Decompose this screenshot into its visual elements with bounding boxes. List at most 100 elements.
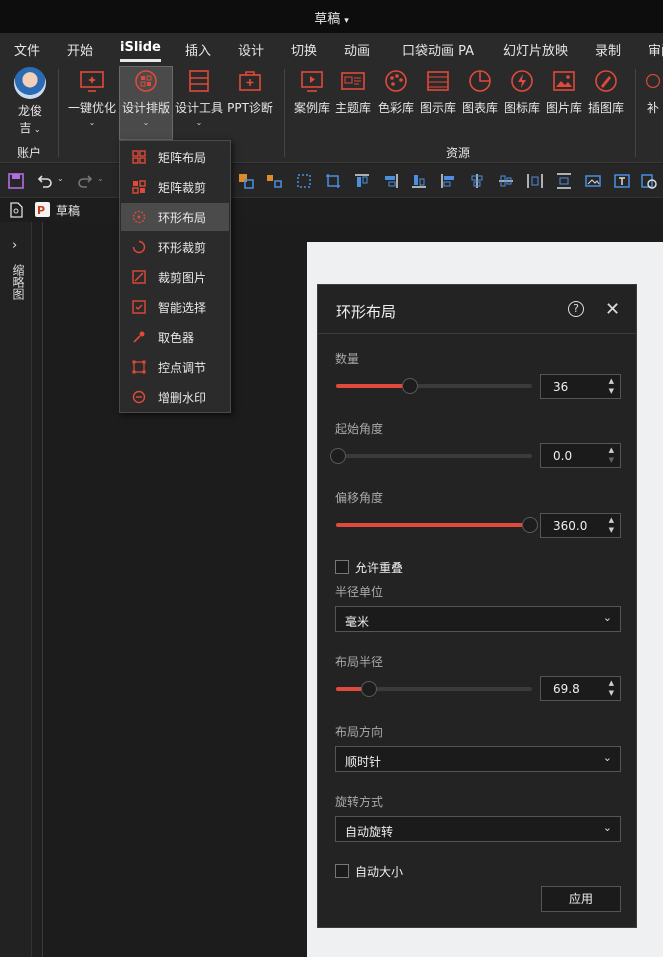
distribute-icon[interactable] bbox=[265, 172, 283, 190]
image-library-button[interactable]: 图片库 bbox=[545, 67, 583, 116]
offset-angle-value[interactable]: 360.0 bbox=[553, 519, 587, 533]
start-angle-value[interactable]: 0.0 bbox=[553, 449, 572, 463]
save-icon[interactable] bbox=[7, 172, 25, 190]
text-box-icon[interactable] bbox=[613, 172, 631, 190]
allow-overlap-label[interactable]: 允许重叠 bbox=[355, 559, 403, 576]
slider-thumb[interactable] bbox=[330, 448, 346, 464]
layout-radius-stepper[interactable]: 69.8 ▲ ▼ bbox=[540, 676, 621, 701]
offset-angle-slider[interactable] bbox=[336, 517, 538, 533]
stepper-up-icon[interactable]: ▲ bbox=[609, 377, 614, 385]
more-button[interactable]: 补 bbox=[643, 67, 663, 116]
account-button[interactable]: 龙俊 吉 ⌄ bbox=[8, 67, 52, 136]
rotation-mode-select[interactable]: 自动旋转 ⌄ bbox=[335, 816, 621, 842]
expand-chevron-icon[interactable]: › bbox=[12, 238, 17, 253]
tab-design[interactable]: 设计 bbox=[238, 40, 264, 59]
menu-item-watermark[interactable]: 增删水印 bbox=[121, 383, 229, 411]
match-size-icon[interactable] bbox=[295, 172, 313, 190]
one-click-optimize-button[interactable]: 一键优化 ⌄ bbox=[66, 67, 118, 127]
layout-radius-slider[interactable] bbox=[336, 681, 532, 697]
stepper-up-icon[interactable]: ▲ bbox=[609, 446, 614, 454]
tab-pocket-animation[interactable]: 口袋动画 PA bbox=[402, 40, 474, 59]
quantity-slider[interactable] bbox=[336, 378, 532, 394]
auto-size-checkbox[interactable] bbox=[335, 864, 349, 878]
case-library-button[interactable]: 案例库 bbox=[293, 67, 331, 116]
menu-item-ring-crop[interactable]: 环形裁剪 bbox=[121, 233, 229, 261]
design-layout-button[interactable]: 设计排版 ⌄ bbox=[119, 66, 173, 140]
align-left-icon[interactable] bbox=[439, 172, 457, 190]
allow-overlap-checkbox[interactable] bbox=[335, 560, 349, 574]
slider-thumb[interactable] bbox=[402, 378, 418, 394]
undo-icon[interactable] bbox=[36, 172, 54, 190]
layout-radius-value[interactable]: 69.8 bbox=[553, 682, 580, 696]
tab-slideshow[interactable]: 幻灯片放映 bbox=[503, 40, 568, 59]
menu-item-matrix-layout[interactable]: 矩阵布局 bbox=[121, 143, 229, 171]
menu-item-eyedropper[interactable]: 取色器 bbox=[121, 323, 229, 351]
stepper-down-icon[interactable]: ▼ bbox=[609, 387, 614, 395]
quantity-label: 数量 bbox=[335, 352, 360, 366]
tab-home[interactable]: 开始 bbox=[67, 40, 93, 59]
start-angle-slider[interactable] bbox=[330, 448, 532, 464]
illustration-library-button[interactable]: 插图库 bbox=[587, 67, 625, 116]
align-right-icon[interactable] bbox=[382, 172, 400, 190]
crop-frame-icon[interactable] bbox=[324, 172, 342, 190]
chevron-down-icon: ⌄ bbox=[31, 125, 41, 134]
group-align-icon[interactable] bbox=[237, 172, 255, 190]
tab-insert[interactable]: 插入 bbox=[185, 40, 211, 59]
menu-item-smart-select[interactable]: 智能选择 bbox=[121, 293, 229, 321]
tab-islide[interactable]: iSlide bbox=[120, 40, 161, 62]
slide-tab-title[interactable]: 草稿 bbox=[56, 202, 80, 219]
tab-animations[interactable]: 动画 bbox=[344, 40, 370, 59]
stepper-down-icon[interactable]: ▼ bbox=[609, 456, 614, 464]
menu-item-label: 智能选择 bbox=[158, 301, 207, 315]
image-frame-icon[interactable] bbox=[584, 172, 602, 190]
avatar bbox=[14, 67, 46, 99]
quantity-stepper[interactable]: 36 ▲ ▼ bbox=[540, 374, 621, 399]
chevron-down-icon: ⌄ bbox=[142, 118, 150, 127]
ppt-diagnosis-button[interactable]: PPT诊断 bbox=[226, 67, 274, 116]
tab-review[interactable]: 审阅 bbox=[648, 40, 663, 59]
stepper-down-icon[interactable]: ▼ bbox=[609, 526, 614, 534]
slider-thumb[interactable] bbox=[361, 681, 377, 697]
shape-icon[interactable] bbox=[640, 172, 658, 190]
distribute-horizontal-icon[interactable] bbox=[526, 172, 544, 190]
tab-transitions[interactable]: 切换 bbox=[291, 40, 317, 59]
document-title[interactable]: 草稿 ▾ bbox=[0, 8, 663, 27]
menu-item-handle-adjust[interactable]: 控点调节 bbox=[121, 353, 229, 381]
thumbnail-panel-label[interactable]: 缩略图 bbox=[10, 264, 25, 300]
color-library-button[interactable]: 色彩库 bbox=[376, 67, 416, 116]
diagram-library-button[interactable]: 图示库 bbox=[419, 67, 457, 116]
menu-item-crop-image[interactable]: 裁剪图片 bbox=[121, 263, 229, 291]
slider-thumb[interactable] bbox=[522, 517, 538, 533]
menu-item-ring-layout[interactable]: 环形布局 bbox=[121, 203, 229, 231]
close-icon[interactable]: ✕ bbox=[605, 299, 620, 320]
quantity-value[interactable]: 36 bbox=[553, 380, 568, 394]
icon-library-button[interactable]: 图标库 bbox=[503, 67, 541, 116]
account-name-line1: 龙俊 bbox=[17, 104, 42, 118]
apply-button[interactable]: 应用 bbox=[541, 886, 621, 912]
menu-item-matrix-crop[interactable]: 矩阵裁剪 bbox=[121, 173, 229, 201]
design-tools-button[interactable]: 设计工具 ⌄ bbox=[173, 67, 225, 127]
dialog-title: 环形布局 bbox=[336, 303, 397, 321]
align-bottom-icon[interactable] bbox=[410, 172, 428, 190]
stepper-down-icon[interactable]: ▼ bbox=[609, 689, 614, 697]
align-top-icon[interactable] bbox=[353, 172, 371, 190]
align-center-icon[interactable] bbox=[468, 172, 486, 190]
button-label: 设计排版 bbox=[121, 101, 170, 115]
stepper-up-icon[interactable]: ▲ bbox=[609, 516, 614, 524]
chevron-down-icon[interactable]: ⌄ bbox=[57, 174, 64, 183]
start-angle-stepper[interactable]: 0.0 ▲ ▼ bbox=[540, 443, 621, 468]
help-icon[interactable]: ? bbox=[568, 301, 584, 317]
auto-size-label[interactable]: 自动大小 bbox=[355, 863, 403, 880]
chart-library-button[interactable]: 图表库 bbox=[461, 67, 499, 116]
theme-library-button[interactable]: 主题库 bbox=[334, 67, 372, 116]
layout-direction-select[interactable]: 顺时针 ⌄ bbox=[335, 746, 621, 772]
redo-icon[interactable] bbox=[76, 172, 94, 190]
align-middle-icon[interactable] bbox=[497, 172, 515, 190]
stepper-up-icon[interactable]: ▲ bbox=[609, 679, 614, 687]
distribute-vertical-icon[interactable] bbox=[555, 172, 573, 190]
offset-angle-stepper[interactable]: 360.0 ▲ ▼ bbox=[540, 513, 621, 538]
chevron-down-icon[interactable]: ⌄ bbox=[97, 174, 104, 183]
tab-record[interactable]: 录制 bbox=[595, 40, 621, 59]
radius-unit-select[interactable]: 毫米 ⌄ bbox=[335, 606, 621, 632]
tab-file[interactable]: 文件 bbox=[14, 40, 40, 59]
